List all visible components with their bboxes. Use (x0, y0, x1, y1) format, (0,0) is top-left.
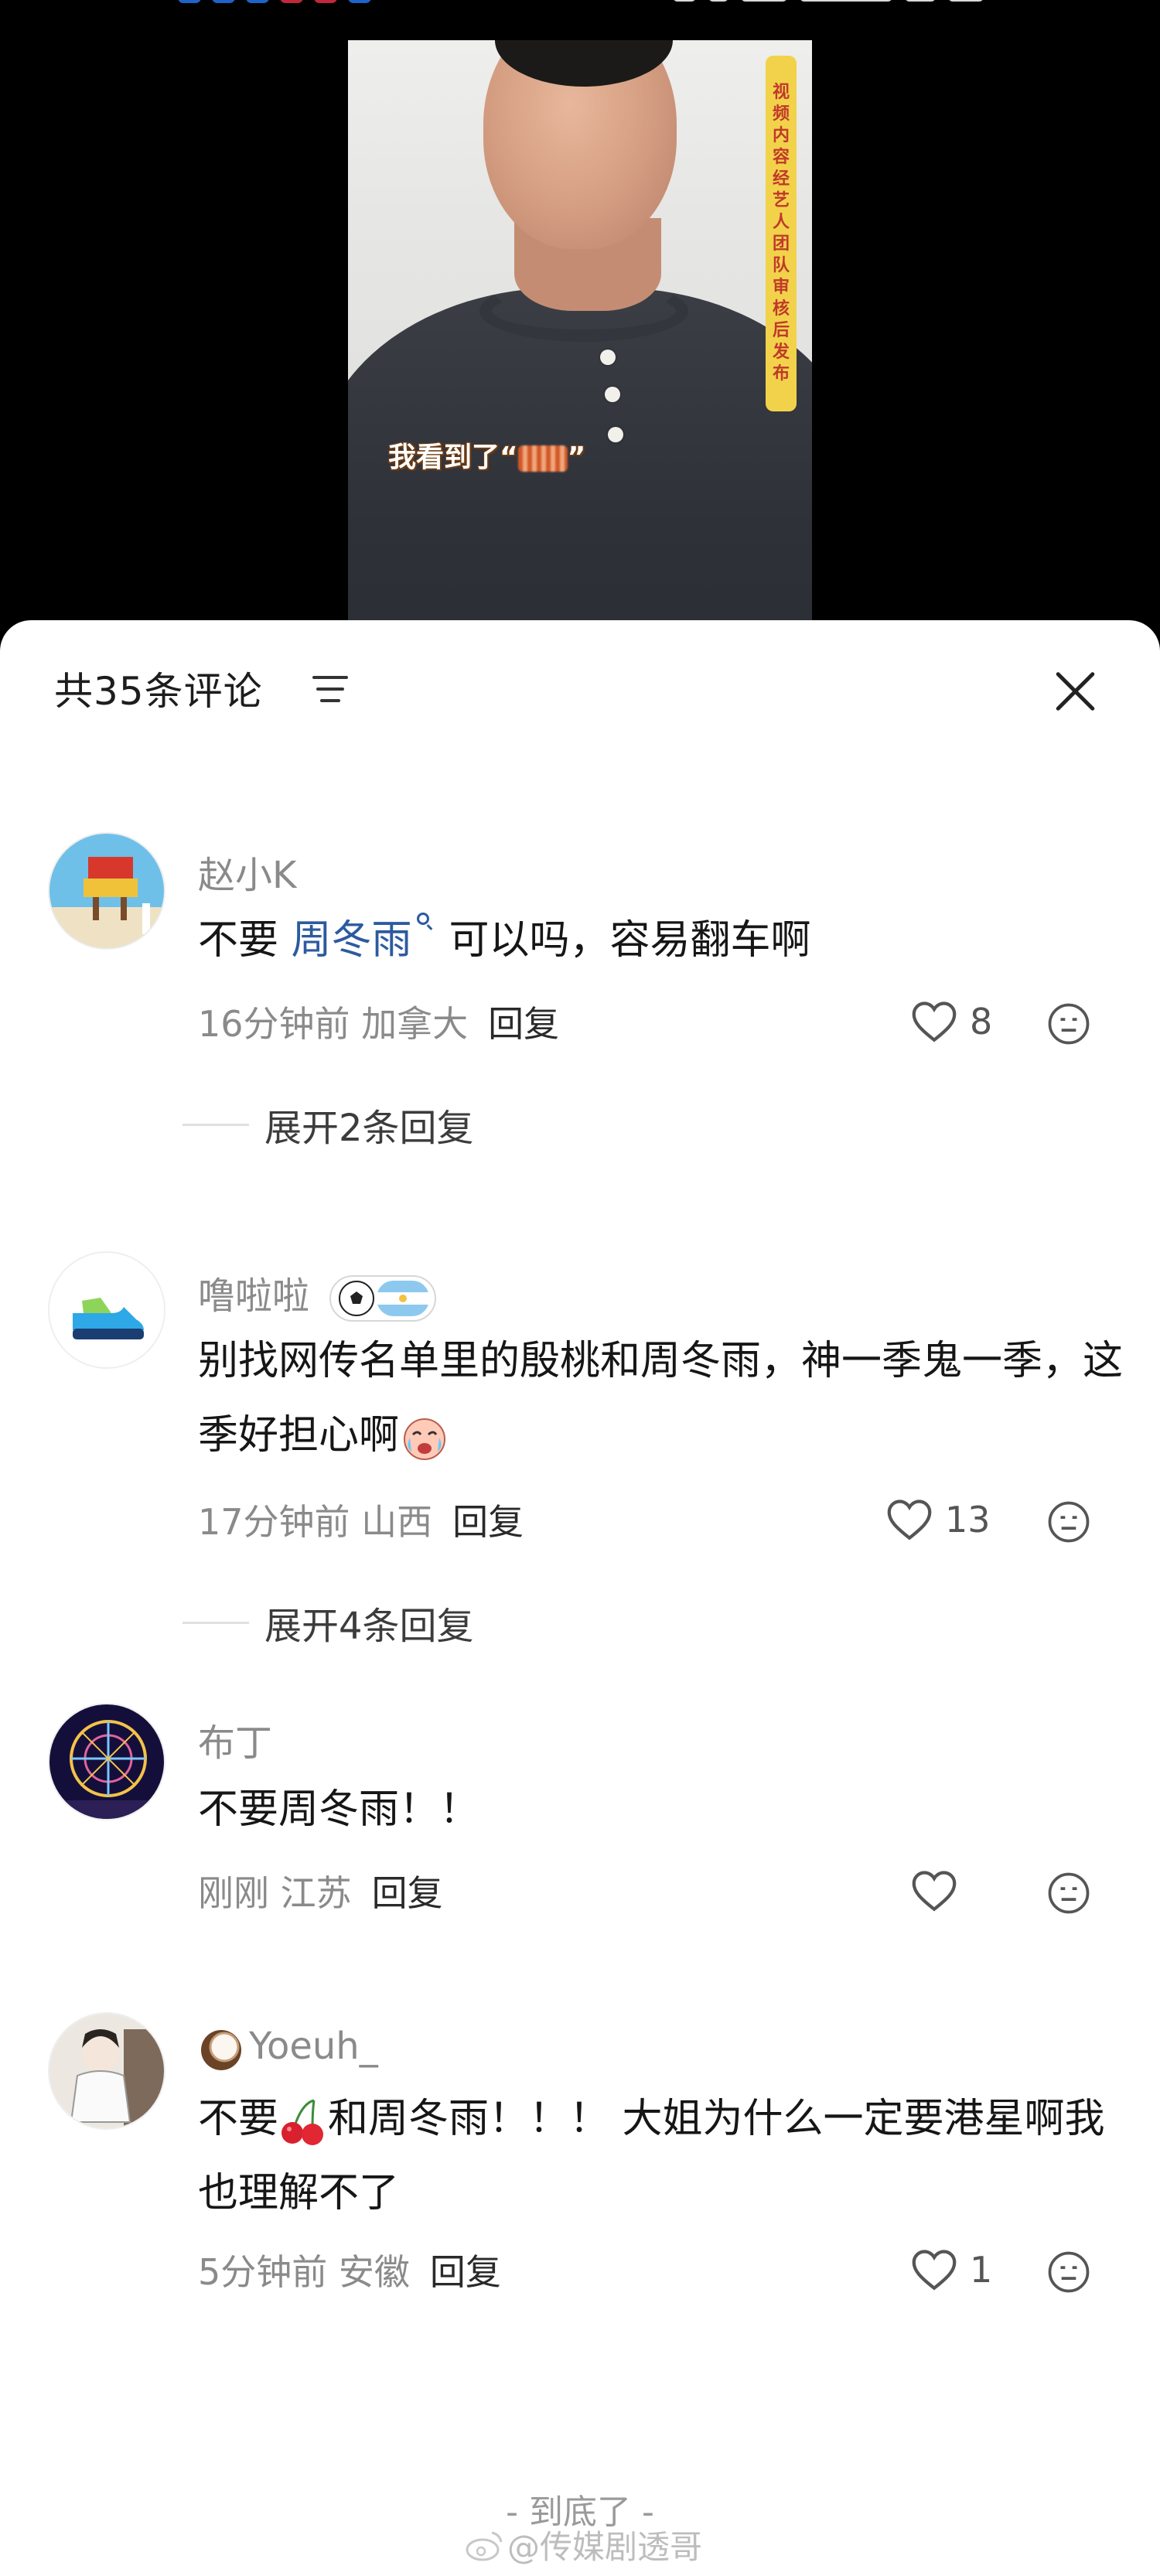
comment-username[interactable]: 赵小K (198, 844, 296, 899)
video-review-badge: 视频内容经艺人团队审核后发布 (766, 56, 797, 411)
badge-char: 审 (772, 278, 790, 297)
badge-char: 频 (772, 104, 790, 124)
reply-button[interactable]: 回复 (488, 1003, 559, 1045)
heart-outline-icon (912, 1001, 957, 1042)
like-button[interactable]: 13 (886, 1493, 991, 1547)
watermark: @传媒剧透哥 (464, 2521, 702, 2568)
like-count: 13 (945, 1499, 991, 1540)
sort-filter-icon[interactable] (312, 674, 351, 705)
search-icon[interactable] (416, 913, 429, 925)
video-player[interactable]: 我看到了“” 视频内容经艺人团队审核后发布 (0, 0, 1160, 634)
comment-text: 不要 和周冬雨！！！ 大姐为什么一定要港星啊我也理解不了 (198, 2096, 1105, 2216)
close-icon[interactable] (1052, 667, 1098, 713)
video-frame[interactable]: 我看到了“” 视频内容经艺人团队审核后发布 (348, 40, 812, 628)
like-button[interactable]: 8 (911, 995, 992, 1049)
heart-outline-icon (912, 1871, 957, 1912)
reply-button[interactable]: 回复 (372, 1872, 443, 1914)
badge-char: 布 (772, 364, 790, 384)
badge-char: 队 (772, 256, 790, 275)
comment-text: 别找网传名单里的殷桃和周冬雨，神一季鬼一季，这季好担心啊 (198, 1324, 1134, 1472)
avatar[interactable] (48, 1251, 165, 1369)
badge-char: 内 (772, 126, 790, 145)
like-count: 1 (970, 2249, 993, 2291)
badge-char: 团 (772, 234, 790, 254)
soccer-argentina-badge-icon (329, 1275, 437, 1322)
weibo-logo-icon (466, 2531, 503, 2561)
reply-button[interactable]: 回复 (452, 1501, 524, 1543)
comment-sheet: 共35条评论 赵小K 不要 周冬雨 可以吗，容易翻车啊 16分钟前 加拿大 回复… (0, 620, 1160, 2576)
comment-meta: 刚刚 江苏 回复 (198, 1872, 443, 1914)
like-button[interactable] (911, 1864, 970, 1918)
badge-char: 后 (772, 321, 790, 340)
comment-meta: 5分钟前 安徽 回复 (198, 2251, 501, 2293)
video-subtitle: 我看到了“” (388, 442, 586, 473)
mention-link[interactable]: 周冬雨 (292, 917, 412, 964)
badge-char: 核 (772, 299, 790, 319)
badge-char: 容 (772, 148, 790, 167)
blurred-text (517, 445, 568, 472)
comment-username[interactable]: 噜啦啦 (198, 1265, 437, 1324)
badge-char: 视 (772, 83, 790, 102)
comment-meta: 16分钟前 加拿大 回复 (198, 1003, 560, 1045)
heart-outline-icon (887, 1500, 932, 1540)
coconut-icon (201, 2030, 241, 2070)
comment-text: 不要周冬雨！！ (198, 1786, 480, 1833)
comment-username[interactable]: Yoeuh_ (198, 2025, 378, 2072)
cherry-icon (281, 2099, 324, 2145)
comment-sheet-header: 共35条评论 (0, 620, 1160, 759)
neutral-face-icon[interactable] (1047, 2250, 1090, 2294)
expand-replies-button[interactable]: 展开2条回复 (183, 1101, 474, 1150)
badge-char: 人 (772, 213, 790, 232)
comment-count-title: 共35条评论 (54, 669, 263, 714)
neutral-face-icon[interactable] (1047, 1871, 1090, 1915)
crying-face-icon (404, 1418, 446, 1460)
status-bar-left (178, 0, 371, 3)
comment-text: 不要 周冬雨 可以吗，容易翻车啊 (198, 903, 1126, 978)
like-button[interactable]: 1 (911, 2243, 992, 2297)
neutral-face-icon[interactable] (1047, 1500, 1090, 1544)
badge-char: 艺 (772, 191, 790, 210)
expand-replies-button[interactable]: 展开4条回复 (183, 1599, 474, 1648)
heart-outline-icon (912, 2250, 957, 2291)
avatar[interactable] (48, 2012, 165, 2130)
comment-username[interactable]: 布丁 (198, 1712, 272, 1766)
status-bar-right (673, 0, 984, 3)
like-count: 8 (970, 1001, 993, 1042)
comment-meta: 17分钟前 山西 回复 (198, 1501, 524, 1543)
reply-button[interactable]: 回复 (430, 2251, 501, 2293)
badge-char: 经 (772, 169, 790, 189)
badge-char: 发 (772, 343, 790, 362)
neutral-face-icon[interactable] (1047, 1002, 1090, 1046)
avatar[interactable] (48, 832, 165, 950)
avatar[interactable] (48, 1703, 165, 1820)
